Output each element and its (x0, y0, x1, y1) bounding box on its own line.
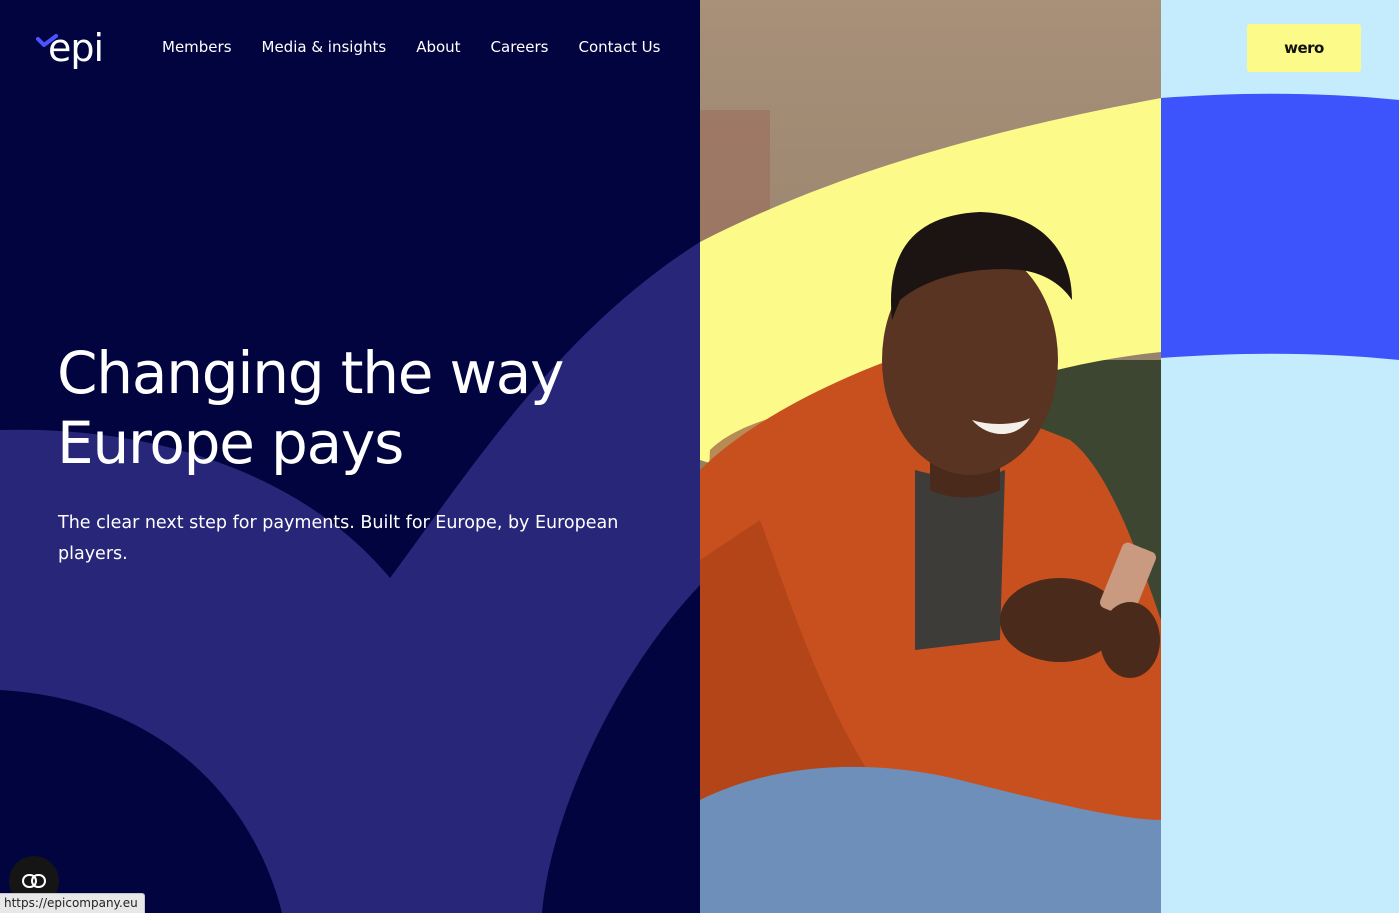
hero-subtext: The clear next step for payments. Built … (58, 513, 619, 564)
link-icon (22, 874, 46, 888)
nav-members[interactable]: Members (162, 38, 232, 56)
decorative-blue-arc (1161, 0, 1399, 913)
wero-button[interactable]: wero (1247, 24, 1361, 72)
status-bar-url: https://epicompany.eu (0, 893, 145, 913)
nav-careers[interactable]: Careers (491, 38, 549, 56)
smiling-man-with-phone-image (700, 0, 1161, 913)
page: epi Members Media & insights About Caree… (0, 0, 1399, 913)
main-nav: Members Media & insights About Careers C… (162, 38, 660, 56)
nav-contact-us[interactable]: Contact Us (579, 38, 661, 56)
epi-logo[interactable]: epi (36, 26, 114, 72)
side-panel: wero (1161, 0, 1399, 913)
nav-about[interactable]: About (416, 38, 460, 56)
hero-section: epi Members Media & insights About Caree… (0, 0, 700, 913)
logo-text: epi (48, 26, 104, 70)
hero-headline: Changing the way Europe pays (57, 339, 564, 477)
nav-media-insights[interactable]: Media & insights (262, 38, 387, 56)
top-navigation: epi Members Media & insights About Caree… (0, 0, 700, 96)
hero-photo (700, 0, 1161, 913)
